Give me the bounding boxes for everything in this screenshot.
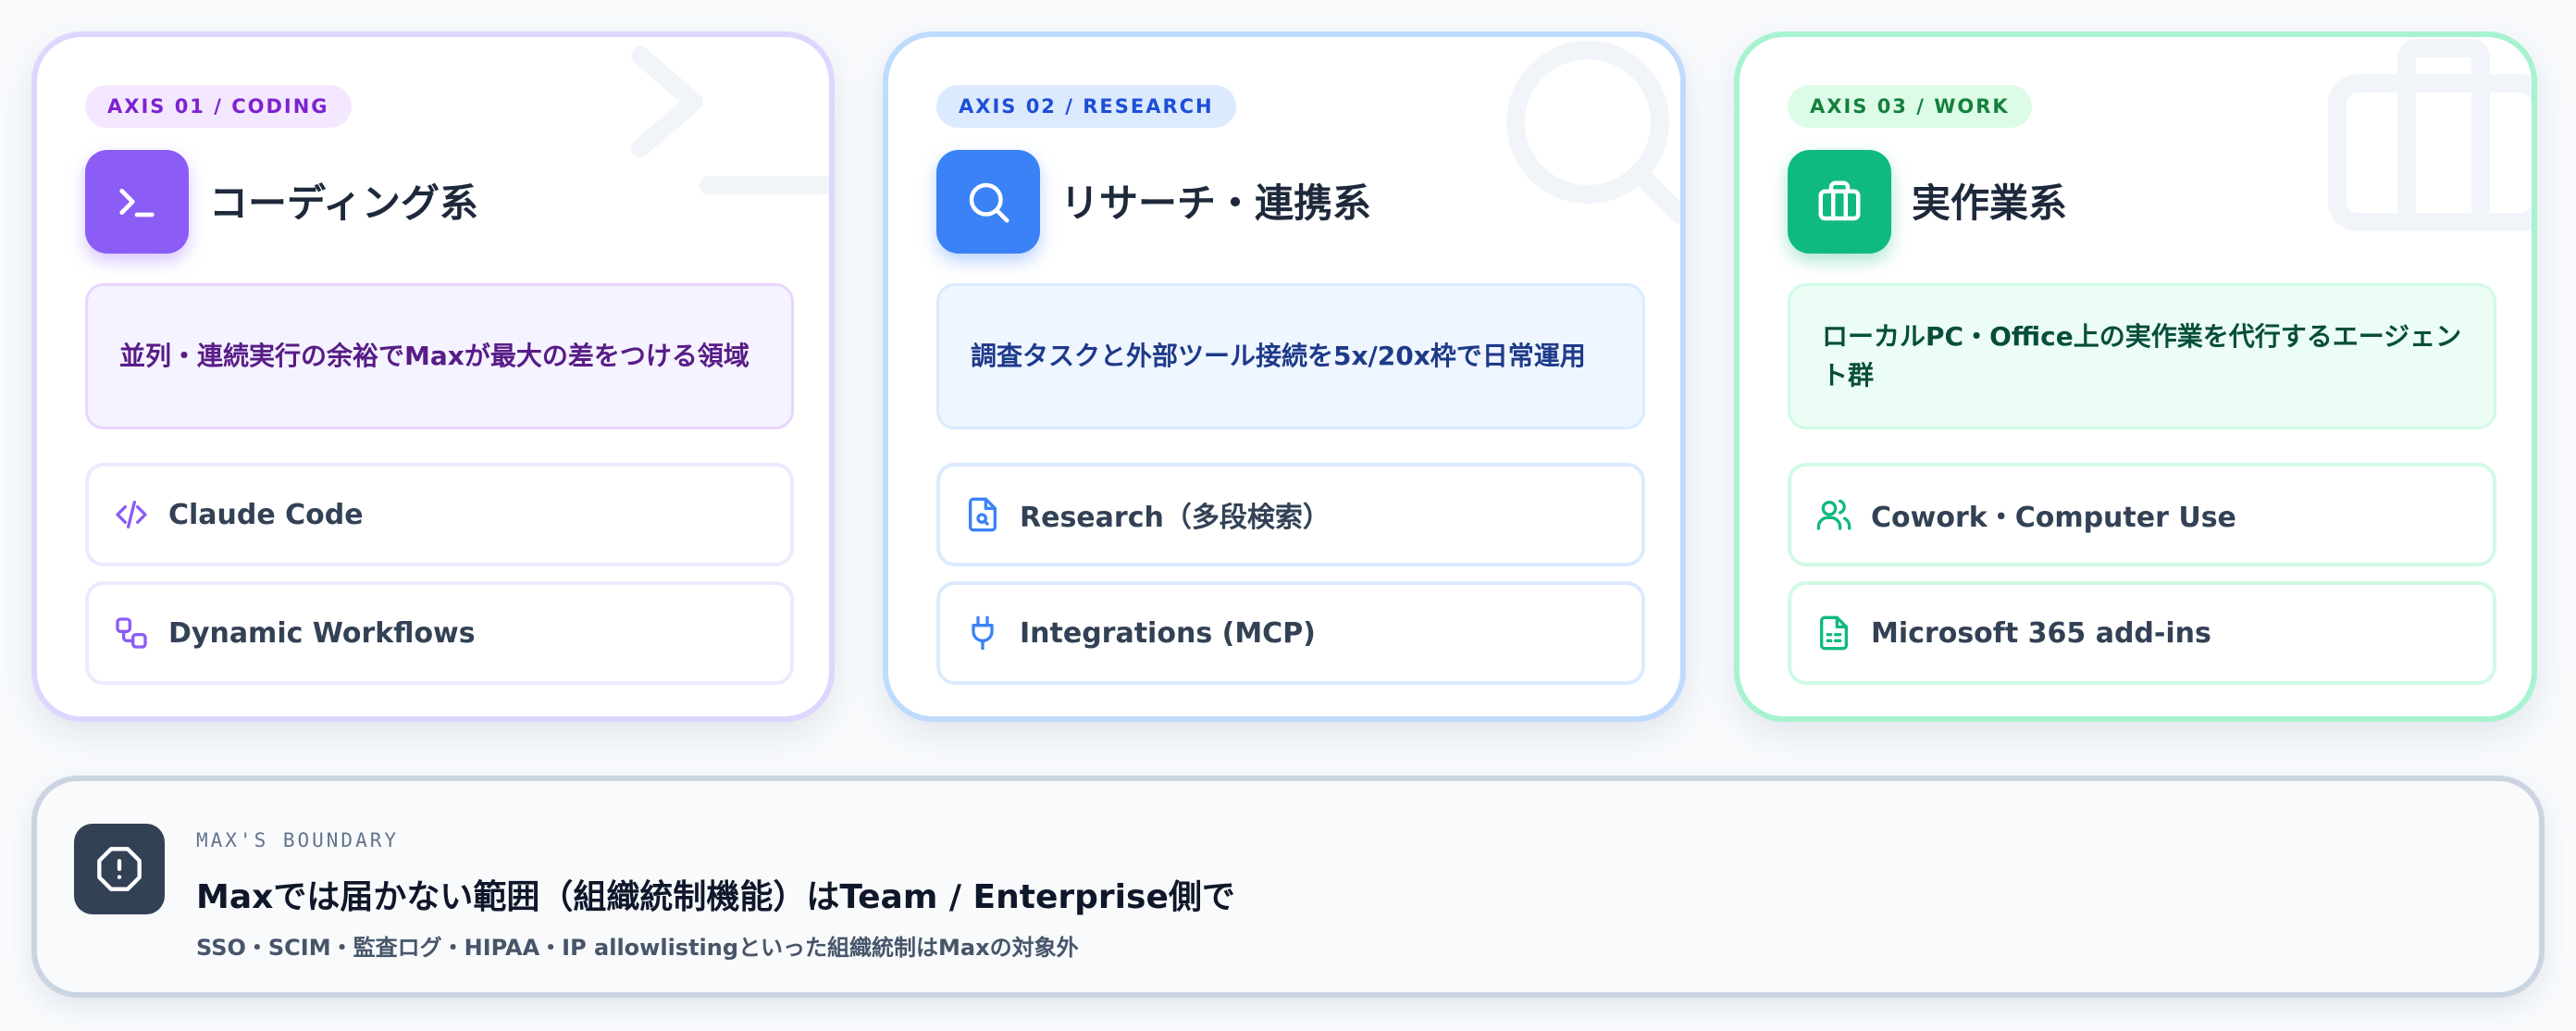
feature-item-label: Microsoft 365 add-ins: [1871, 616, 2211, 650]
card-coding: AXIS 01 / CODING コーディング系 並列・連続実行の余裕でMaxが…: [31, 31, 835, 722]
spreadsheet-icon: [1815, 615, 1852, 652]
boundary-subtitle: SSO・SCIM・監査ログ・HIPAA・IP allowlistingといった組…: [196, 935, 1079, 961]
card-description: ローカルPC・Office上の実作業を代行するエージェント群: [1788, 283, 2496, 429]
feature-item-dynamic-workflows[interactable]: Dynamic Workflows: [85, 581, 794, 685]
file-search-icon: [964, 496, 1001, 533]
terminal-watermark-icon: [631, 46, 829, 194]
feature-item-cowork[interactable]: Cowork・Computer Use: [1788, 463, 2496, 566]
card-description-text: 調査タスクと外部ツール接続を5x/20x枠で日常運用: [971, 341, 1586, 371]
axis-badge: AXIS 03 / WORK: [1788, 85, 2032, 128]
feature-item-label: Cowork・Computer Use: [1871, 502, 2236, 534]
terminal-icon: [85, 150, 189, 254]
boundary-banner: MAX'S BOUNDARY Maxでは届かない範囲（組織統制機能）はTeam …: [31, 776, 2545, 998]
feature-item-integrations[interactable]: Integrations (MCP): [936, 581, 1645, 685]
search-icon: [936, 150, 1040, 254]
feature-item-label: Dynamic Workflows: [168, 616, 476, 650]
axis-badge: AXIS 02 / RESEARCH: [936, 85, 1236, 128]
briefcase-icon: [1788, 150, 1891, 254]
alert-octagon-icon: [74, 824, 165, 914]
feature-item-label: Research（多段検索）: [1020, 502, 1331, 534]
card-description-text: ローカルPC・Office上の実作業を代行するエージェント群: [1822, 321, 2462, 391]
feature-item-research[interactable]: Research（多段検索）: [936, 463, 1645, 566]
feature-item-label: Claude Code: [168, 498, 364, 531]
card-title: リサーチ・連携系: [1060, 180, 1372, 226]
card-work: AXIS 03 / WORK 実作業系 ローカルPC・Office上の実作業を代…: [1734, 31, 2537, 722]
search-watermark-icon: [1506, 41, 1680, 224]
feature-item-m365[interactable]: Microsoft 365 add-ins: [1788, 581, 2496, 685]
users-icon: [1815, 496, 1852, 533]
card-description-text: 並列・連続実行の余裕でMaxが最大の差をつける領域: [119, 341, 749, 371]
feature-item-label: Integrations (MCP): [1020, 616, 1316, 650]
card-title: コーディング系: [209, 180, 479, 226]
boundary-kicker: MAX'S BOUNDARY: [196, 829, 400, 851]
boundary-title: Maxでは届かない範囲（組織統制機能）はTeam / Enterprise側で: [196, 878, 1235, 916]
card-description: 調査タスクと外部ツール接続を5x/20x枠で日常運用: [936, 283, 1645, 429]
feature-item-claude-code[interactable]: Claude Code: [85, 463, 794, 566]
card-research: AXIS 02 / RESEARCH リサーチ・連携系 調査タスクと外部ツール接…: [883, 31, 1686, 722]
workflow-icon: [113, 615, 150, 652]
card-description: 並列・連続実行の余裕でMaxが最大の差をつける領域: [85, 283, 794, 429]
axis-badge: AXIS 01 / CODING: [85, 85, 352, 128]
briefcase-watermark-icon: [2328, 39, 2532, 231]
code-icon: [113, 496, 150, 533]
card-title: 実作業系: [1912, 180, 2068, 226]
plug-icon: [964, 615, 1001, 652]
